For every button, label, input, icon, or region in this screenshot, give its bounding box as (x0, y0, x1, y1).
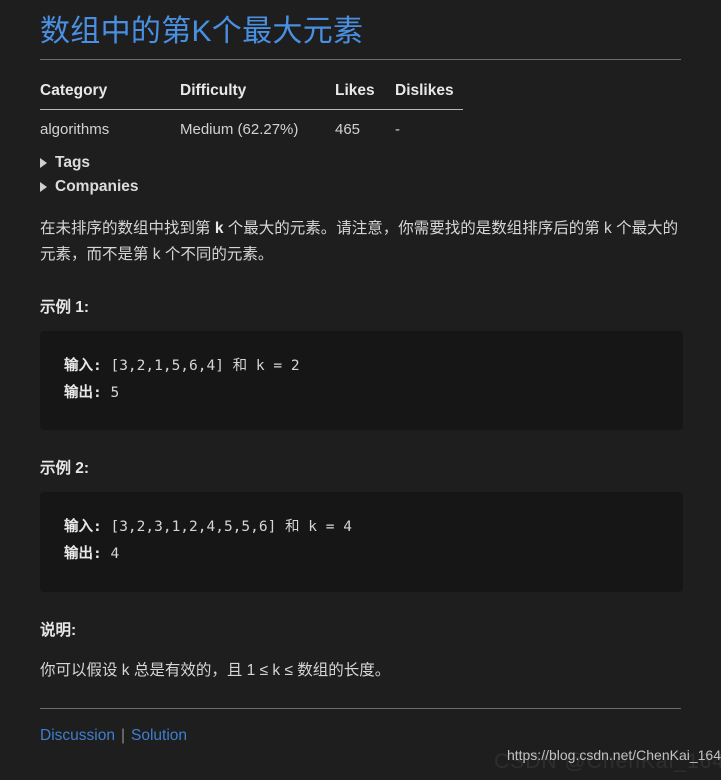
example-2-heading: 示例 2: (40, 460, 90, 478)
example-2-code: 输入: [3,2,3,1,2,4,5,5,6] 和 k = 4 输出: 4 (40, 492, 683, 593)
triangle-right-icon (40, 157, 47, 168)
watermark-url: https://blog.csdn.net/ChenKai_164 (506, 747, 721, 763)
footer-divider (40, 708, 681, 710)
cell-difficulty: Medium (62.27%) (180, 120, 299, 138)
example-2-input-label: 输入: (64, 519, 102, 536)
cell-category: algorithms (40, 120, 110, 138)
column-header-category: Category (40, 81, 180, 110)
problem-meta-table: Category Difficulty Likes Dislikes algor… (40, 81, 463, 138)
column-header-dislikes: Dislikes (395, 81, 463, 110)
notes-heading: 说明: (40, 622, 77, 640)
triangle-right-icon (40, 181, 47, 192)
example-1-heading: 示例 1: (40, 298, 90, 316)
problem-description: 在未排序的数组中找到第 k 个最大的元素。请注意，你需要找的是数组排序后的第 k… (40, 216, 681, 269)
notes-text: 你可以假设 k 总是有效的，且 1 ≤ k ≤ 数组的长度。 (40, 662, 391, 680)
problem-page: 数组中的第K个最大元素 Category Difficulty Likes Di… (0, 0, 721, 780)
collapsible-companies-label: Companies (55, 177, 139, 195)
example-1-input-label: 输入: (64, 357, 102, 374)
example-2-output-value: 4 (101, 546, 120, 563)
example-1-code: 输入: [3,2,1,5,6,4] 和 k = 2 输出: 5 (40, 330, 683, 431)
page-title: 数组中的第K个最大元素 (40, 15, 364, 48)
example-2-input-value: [3,2,3,1,2,4,5,5,6] 和 k = 4 (101, 519, 352, 536)
column-header-likes: Likes (335, 81, 395, 110)
collapsible-tags[interactable]: Tags (40, 154, 681, 172)
collapsible-tags-label: Tags (55, 153, 91, 171)
footer-links: Discussion | Solution (40, 727, 681, 745)
example-1-input-value: [3,2,1,5,6,4] 和 k = 2 (101, 357, 300, 374)
cell-likes: 465 (335, 120, 361, 138)
description-part1: 在未排序的数组中找到第 (40, 219, 215, 237)
table-row: algorithms Medium (62.27%) 465 - (40, 109, 463, 138)
table-header-row: Category Difficulty Likes Dislikes (40, 81, 463, 110)
collapsible-companies[interactable]: Companies (40, 178, 681, 196)
collapsible-sections: Tags Companies (40, 154, 681, 196)
example-1-output-label: 输出: (64, 384, 102, 401)
link-separator: | (120, 727, 125, 745)
discussion-link[interactable]: Discussion (40, 727, 115, 745)
solution-link[interactable]: Solution (131, 727, 187, 745)
title-divider (40, 58, 681, 60)
cell-dislikes: - (395, 120, 400, 138)
example-2-output-label: 输出: (64, 546, 102, 563)
column-header-difficulty: Difficulty (180, 81, 335, 110)
example-1-output-value: 5 (101, 384, 120, 401)
